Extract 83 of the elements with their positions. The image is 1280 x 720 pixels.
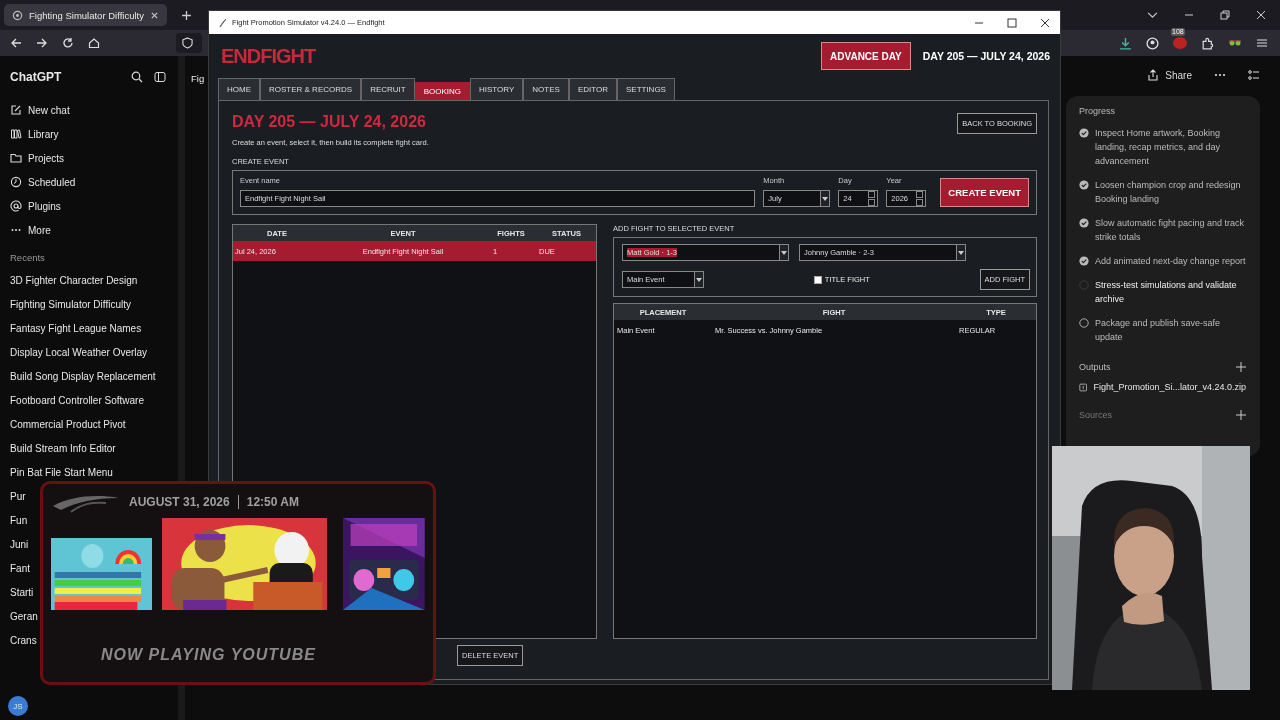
current-date: DAY 205 — JULY 24, 2026 <box>922 50 1050 62</box>
close-icon[interactable] <box>1040 17 1050 28</box>
search-icon[interactable] <box>131 71 143 83</box>
section-title: Progress <box>1079 106 1116 116</box>
chat-history-item[interactable]: Display Local Weather Overlay <box>10 341 178 365</box>
books-icon <box>10 128 22 140</box>
tab[interactable]: HISTORY <box>470 78 524 100</box>
account-icon[interactable] <box>1146 36 1159 50</box>
progress-step: Slow automatic fight pacing and track strike totals <box>1095 216 1246 244</box>
nav-item[interactable]: Library <box>10 122 178 146</box>
tab[interactable]: HOME <box>218 78 260 100</box>
progress-step: Loosen champion crop and redesign Booking landing <box>1095 178 1246 206</box>
chat-history-item[interactable]: Fantasy Fight League Names <box>10 317 178 341</box>
more-icon[interactable] <box>1214 73 1226 77</box>
nav-item[interactable]: Scheduled <box>10 170 178 194</box>
menu-icon[interactable] <box>1256 37 1268 49</box>
sidebar-toggle-icon[interactable] <box>154 71 166 83</box>
overlay-time: 12:50 AM <box>246 495 299 509</box>
caret-icon <box>958 250 964 255</box>
section-title: Outputs <box>1079 362 1111 372</box>
nav-item[interactable]: New chat <box>10 98 178 122</box>
chat-history-item[interactable]: 3D Fighter Character Design <box>10 269 178 293</box>
home-icon[interactable] <box>88 37 100 49</box>
download-icon[interactable] <box>1119 36 1132 50</box>
share-button[interactable]: Share <box>1147 69 1192 81</box>
chat-history-item[interactable]: Build Stream Info Editor <box>10 437 178 461</box>
progress-step: Inspect Home artwork, Booking landing, recap metrics, and day advancement <box>1095 126 1246 168</box>
tab[interactable]: ROSTER & RECORDS <box>260 78 362 100</box>
pencil-icon <box>10 104 22 116</box>
advance-day-button[interactable]: ADVANCE DAY <box>821 42 911 70</box>
chat-history-item[interactable]: Build Song Display Replacement <box>10 365 178 389</box>
back-icon[interactable] <box>10 37 22 49</box>
caret-icon <box>781 250 787 255</box>
progress-step: Package and publish save-safe update <box>1095 316 1246 344</box>
caret-icon <box>822 196 829 201</box>
overlay-date: AUGUST 31, 2026 <box>129 495 230 509</box>
caret-icon <box>696 277 702 282</box>
logo: ENDFIGHT <box>221 44 316 68</box>
browser-tab[interactable]: Fighting Simulator Difficulty <box>4 4 167 26</box>
chat-title: Fig <box>191 73 205 84</box>
logo-icon <box>12 9 23 21</box>
tab[interactable]: RECRUIT <box>361 78 415 100</box>
app-title: ChatGPT <box>10 70 63 84</box>
add-icon[interactable] <box>1236 410 1246 420</box>
chat-history-item[interactable]: Commercial Product Pivot <box>10 413 178 437</box>
maximize-icon[interactable] <box>1007 17 1017 28</box>
share-icon <box>1147 69 1160 81</box>
shield-icon <box>182 37 193 49</box>
address-bar[interactable] <box>176 33 202 53</box>
chat-history-item[interactable]: Fighting Simulator Difficulty <box>10 293 178 317</box>
at-icon <box>10 200 22 212</box>
restore-icon[interactable] <box>1220 10 1230 20</box>
output-file[interactable]: Fight_Promotion_Si...lator_v4.24.0.zip <box>1079 382 1246 392</box>
page-heading: DAY 205 — JULY 24, 2026 <box>232 113 427 131</box>
tab[interactable]: SETTINGS <box>616 78 675 100</box>
progress-step: Stress-test simulations and validate archive <box>1095 278 1246 306</box>
clock-icon <box>10 176 22 188</box>
add-icon[interactable] <box>1236 362 1246 372</box>
feather-icon <box>219 17 227 28</box>
nav-item[interactable]: More <box>10 218 178 242</box>
checkbox[interactable] <box>813 275 822 284</box>
folder-icon <box>10 152 22 164</box>
nav-item[interactable]: Projects <box>10 146 178 170</box>
user-avatar[interactable]: JS <box>8 696 28 716</box>
reload-icon[interactable] <box>62 37 74 49</box>
now-playing-label: NOW PLAYING YOUTUBE <box>100 646 317 664</box>
chevron-down-icon[interactable] <box>1147 11 1158 19</box>
close-icon[interactable] <box>149 10 159 20</box>
chat-history-item[interactable]: Pin Bat File Start Menu <box>10 461 178 485</box>
list-icon[interactable] <box>1248 69 1260 81</box>
create-event-button[interactable]: CREATE EVENT <box>940 178 1029 207</box>
progress-step: Add animated next-day change report <box>1095 254 1246 268</box>
tab[interactable]: EDITOR <box>568 78 617 100</box>
forward-icon[interactable] <box>36 37 48 49</box>
new-tab-icon[interactable] <box>180 9 192 21</box>
tab[interactable]: NOTES <box>523 78 569 100</box>
chat-history-item[interactable]: Footboard Controller Software <box>10 389 178 413</box>
tab[interactable]: BOOKING <box>414 82 471 100</box>
file-icon <box>1079 382 1088 392</box>
section-label: Recents <box>10 252 46 263</box>
puzzle-icon[interactable] <box>1201 36 1214 50</box>
nav-item[interactable]: Plugins <box>10 194 178 218</box>
section-title: Sources <box>1079 410 1113 420</box>
